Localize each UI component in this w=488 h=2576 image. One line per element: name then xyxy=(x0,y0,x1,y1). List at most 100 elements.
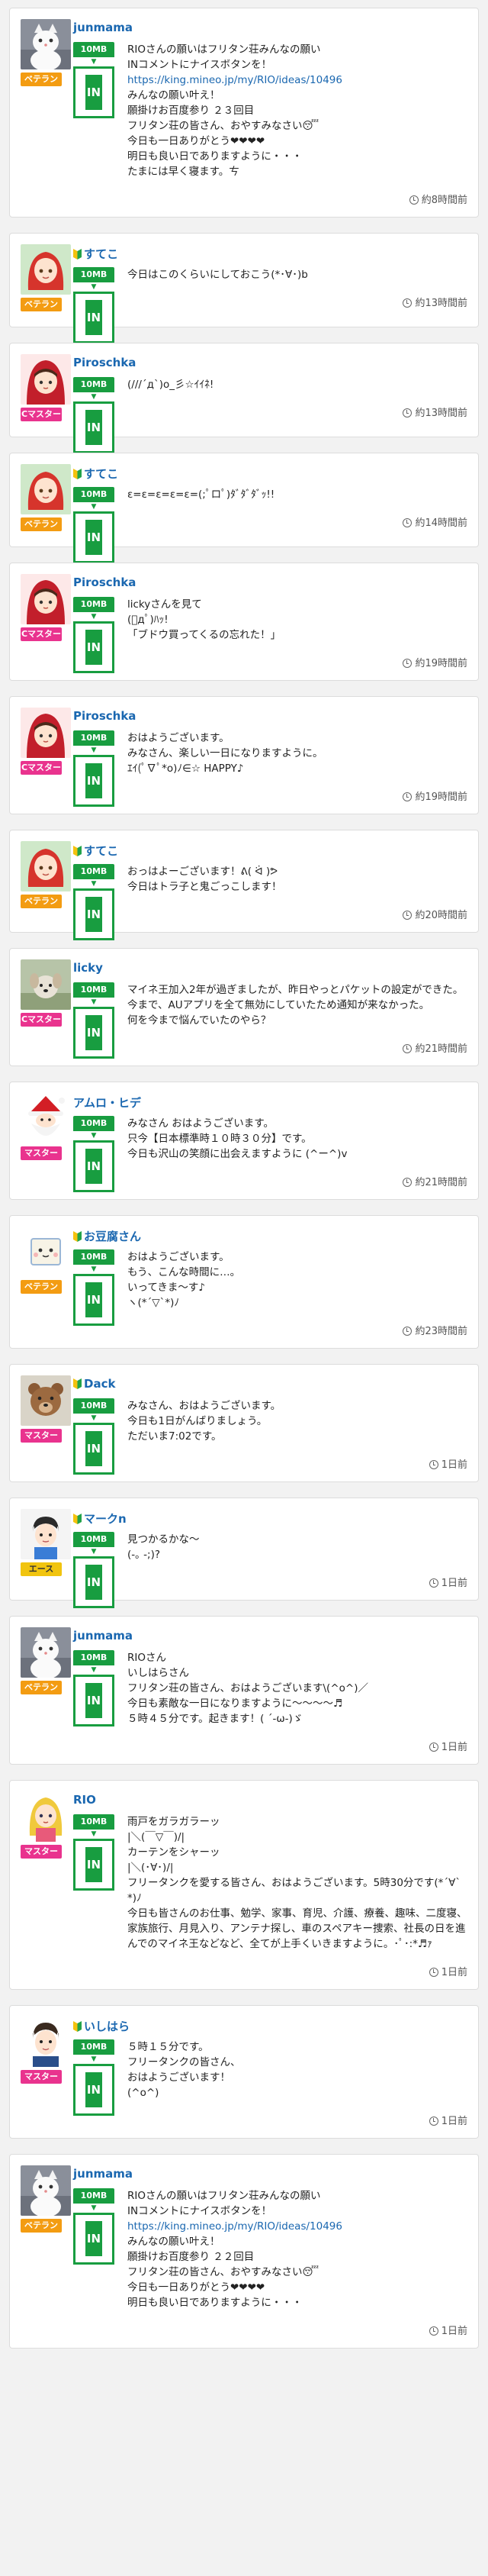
in-10mb-badge[interactable]: 10MB ▼ IN xyxy=(73,267,114,343)
post-text-line: RIOさんの願いはフリタン荘みんなの願い xyxy=(127,44,321,56)
username-text: Piroschka xyxy=(73,356,136,369)
avatar[interactable] xyxy=(21,2165,71,2216)
post-text-line: フリタン荘の皆さん、おやすみなさい😴 xyxy=(127,2266,319,2278)
post-text-line: 今日も一日ありがとう❤❤❤❤ xyxy=(127,135,265,147)
avatar[interactable] xyxy=(21,1627,71,1678)
username-link[interactable]: junmama xyxy=(73,21,133,34)
post-text-line: (///´д`)o_彡☆ｲｲﾈ! xyxy=(127,379,214,391)
post-author: Cマスター Piroschka 10MB ▼ IN xyxy=(21,574,136,673)
in-10mb-badge[interactable]: 10MB ▼ IN xyxy=(73,730,114,807)
rank-badge: ベテラン xyxy=(21,1681,62,1694)
username-link[interactable]: junmama xyxy=(73,2167,133,2181)
in-label: IN xyxy=(86,774,101,788)
username-link[interactable]: すてこ xyxy=(73,843,118,859)
timestamp-text: 1日前 xyxy=(441,1459,467,1471)
username-link[interactable]: すてこ xyxy=(73,246,118,262)
post-link[interactable]: https://king.mineo.jp/my/RIO/ideas/10496 xyxy=(127,73,467,88)
in-label: IN xyxy=(86,908,101,921)
post-text-line: フリータンクを愛する皆さん、おはようございます。5時30分です(*´∀`*)ﾉ xyxy=(127,1877,461,1904)
rank-badge: Cマスター xyxy=(21,627,62,641)
clock-icon xyxy=(429,2326,438,2336)
post-author: マスター Dack 10MB ▼ IN xyxy=(21,1375,127,1475)
post-link[interactable]: https://king.mineo.jp/my/RIO/ideas/10496 xyxy=(127,2219,467,2234)
avatar[interactable] xyxy=(21,1791,71,1842)
avatar[interactable] xyxy=(21,19,71,69)
post-author: Cマスター Piroschka 10MB ▼ IN xyxy=(21,708,136,807)
username-link[interactable]: RIO xyxy=(73,1793,96,1807)
post-card: マスター いしはら 10MB ▼ IN ５時１５分です。 フリータンクの皆さん、 おはようござ… xyxy=(9,2005,479,2139)
in-label: IN xyxy=(86,530,101,544)
post-text-line: 明日も良い日でありますように・・・ xyxy=(127,2297,303,2309)
beginner-mark-icon xyxy=(73,249,82,260)
avatar[interactable] xyxy=(21,1509,71,1559)
post-timestamp: 約23時間前 xyxy=(127,1323,467,1337)
post-timestamp: 1日前 xyxy=(127,2323,467,2337)
rank-badge: ベテラン xyxy=(21,298,62,311)
rank-badge: マスター xyxy=(21,1845,62,1859)
username-link[interactable]: licky xyxy=(73,961,103,975)
avatar[interactable] xyxy=(21,841,71,891)
avatar[interactable] xyxy=(21,708,71,758)
avatar[interactable] xyxy=(21,959,71,1010)
post-text-line: 今日も1日がんばりましょう。 xyxy=(127,1415,268,1427)
in-10mb-badge[interactable]: 10MB ▼ IN xyxy=(73,1116,114,1192)
post-text-line: ５時１５分です。 xyxy=(127,2041,209,2053)
post-text-line: たまには早く寝ます。ㄘ xyxy=(127,166,239,178)
post-text-line: INコメントにナイスボタンを！ xyxy=(127,2205,272,2217)
clock-icon xyxy=(403,792,413,801)
in-10mb-badge[interactable]: 10MB ▼ IN xyxy=(73,1650,114,1726)
in-10mb-badge[interactable]: 10MB ▼ IN xyxy=(73,2039,114,2116)
clock-icon xyxy=(403,659,413,668)
username-link[interactable]: すてこ xyxy=(73,466,118,482)
post-text-line: マイネ王加入2年が過ぎましたが、昨日やっとパケットの設定ができた。 xyxy=(127,984,464,996)
post-text-line: |＼(￣▽￣)/| xyxy=(127,1831,185,1843)
timestamp-text: 1日前 xyxy=(441,1742,467,1753)
timestamp-text: 約20時間前 xyxy=(415,910,467,921)
avatar[interactable] xyxy=(21,1375,71,1426)
post-text-line: (^o^) xyxy=(127,2087,159,2099)
in-10mb-badge[interactable]: 10MB ▼ IN xyxy=(73,2188,114,2265)
in-10mb-badge[interactable]: 10MB ▼ IN xyxy=(73,864,114,940)
username-link[interactable]: マークn xyxy=(73,1510,127,1527)
username-link[interactable]: Dack xyxy=(73,1377,115,1391)
in-icon: IN xyxy=(73,1556,114,1608)
post-timestamp: 1日前 xyxy=(127,1456,467,1471)
post-text-line: 只今【日本標準時１０時３０分】です。 xyxy=(127,1133,312,1145)
in-10mb-badge[interactable]: 10MB ▼ IN xyxy=(73,1398,114,1475)
avatar[interactable] xyxy=(21,1227,71,1277)
username-link[interactable]: お豆腐さん xyxy=(73,1228,141,1244)
in-10mb-badge[interactable]: 10MB ▼ IN xyxy=(73,1532,114,1608)
avatar[interactable] xyxy=(21,1093,71,1143)
in-10mb-badge[interactable]: 10MB ▼ IN xyxy=(73,1249,114,1326)
avatar[interactable] xyxy=(21,354,71,405)
username-link[interactable]: Piroschka xyxy=(73,575,136,589)
in-10mb-badge[interactable]: 10MB ▼ IN xyxy=(73,42,114,118)
username-text: すてこ xyxy=(84,247,119,261)
post-author: ベテラン すてこ 10MB ▼ IN xyxy=(21,841,127,940)
in-10mb-badge[interactable]: 10MB ▼ IN xyxy=(73,377,114,453)
in-10mb-badge[interactable]: 10MB ▼ IN xyxy=(73,597,114,673)
avatar[interactable] xyxy=(21,464,71,514)
post-card: ベテラン junmama 10MB ▼ IN RIOさん いしはらさん フリタン荘の皆さん、お… xyxy=(9,1616,479,1765)
avatar[interactable] xyxy=(21,574,71,624)
clock-icon xyxy=(429,1968,438,1977)
in-10mb-badge[interactable]: 10MB ▼ IN xyxy=(73,982,114,1059)
avatar[interactable] xyxy=(21,2017,71,2067)
in-label: IN xyxy=(86,1694,101,1707)
in-icon: IN xyxy=(73,888,114,940)
username-link[interactable]: junmama xyxy=(73,1629,133,1643)
rank-badge: マスター xyxy=(21,1429,62,1443)
clock-icon xyxy=(409,195,419,205)
username-link[interactable]: Piroschka xyxy=(73,356,136,369)
post-text-line: lickyさんを見て xyxy=(127,598,202,611)
username-link[interactable]: アムロ・ヒデ xyxy=(73,1095,141,1111)
in-10mb-badge[interactable]: 10MB ▼ IN xyxy=(73,487,114,563)
post-card: Cマスター Piroschka 10MB ▼ IN (///´д`)o_彡☆ｲｲﾈ! 約13… xyxy=(9,343,479,453)
username-link[interactable]: Piroschka xyxy=(73,709,136,723)
beginner-mark-icon xyxy=(73,1514,82,1524)
in-10mb-badge[interactable]: 10MB ▼ IN xyxy=(73,1814,114,1891)
post-body: (///´д`)o_彡☆ｲｲﾈ! 約13時間前 xyxy=(127,354,467,419)
username-link[interactable]: いしはら xyxy=(73,2018,130,2034)
avatar[interactable] xyxy=(21,244,71,295)
post-body: RIOさん いしはらさん フリタン荘の皆さん、おはようございます\(^o^)／ 今日も… xyxy=(127,1627,467,1753)
